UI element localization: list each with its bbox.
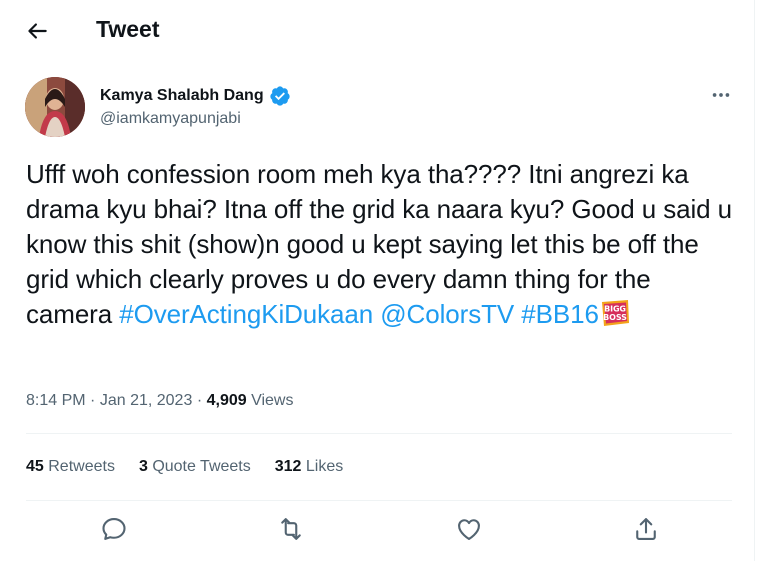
tweet-date[interactable]: Jan 21, 2023 (100, 392, 193, 409)
verified-badge-icon (269, 86, 290, 106)
emoji-text-bottom: BOSS (603, 313, 627, 322)
author-handle[interactable]: @iamkamyapunjabi (100, 110, 241, 128)
quotes-count: 3 (138, 458, 148, 475)
views-label: Views (251, 392, 294, 409)
share-icon[interactable] (632, 515, 660, 543)
divider (26, 433, 732, 434)
tweet-meta: 8:14 PM · Jan 21, 2023 · 4,909 Views (26, 392, 293, 410)
divider-2 (26, 500, 732, 501)
quotes-label: Quote Tweets (152, 458, 251, 475)
author-row: Kamya Shalabh Dang (100, 85, 291, 107)
retweets-label: Retweets (48, 458, 115, 475)
views-count: 4,909 (206, 392, 247, 409)
column-border (754, 0, 755, 561)
likes-count: 312 (274, 458, 302, 475)
page-title: Tweet (96, 16, 160, 42)
author-name[interactable]: Kamya Shalabh Dang (100, 87, 264, 105)
action-bar (100, 515, 660, 543)
hashtag-link-2[interactable]: #BB16 (521, 299, 599, 329)
meta-separator: · (90, 392, 96, 409)
avatar[interactable] (25, 77, 85, 137)
meta-separator-2: · (196, 392, 203, 409)
mention-link[interactable]: @ColorsTV (380, 299, 514, 329)
retweets-stat[interactable]: 45 Retweets (26, 458, 115, 476)
hashtag-link[interactable]: #OverActingKiDukaan (119, 299, 373, 329)
bigg-boss-emoji-icon: BIGG BOSS (601, 300, 629, 326)
likes-stat[interactable]: 312 Likes (275, 458, 344, 476)
more-icon[interactable] (710, 84, 732, 106)
quotes-stat[interactable]: 3 Quote Tweets (139, 458, 251, 476)
top-bar: Tweet (0, 0, 754, 62)
back-arrow-icon[interactable] (24, 18, 50, 44)
tweet-stats: 45 Retweets 3 Quote Tweets 312 Likes (26, 458, 343, 476)
retweets-count: 45 (26, 458, 44, 475)
like-icon[interactable] (455, 515, 483, 543)
tweet-time[interactable]: 8:14 PM (26, 392, 86, 409)
tweet-text: Ufff woh confession room meh kya tha????… (26, 157, 738, 332)
retweet-icon[interactable] (277, 515, 305, 543)
reply-icon[interactable] (100, 515, 128, 543)
likes-label: Likes (305, 458, 344, 475)
avatar-image (25, 77, 85, 137)
